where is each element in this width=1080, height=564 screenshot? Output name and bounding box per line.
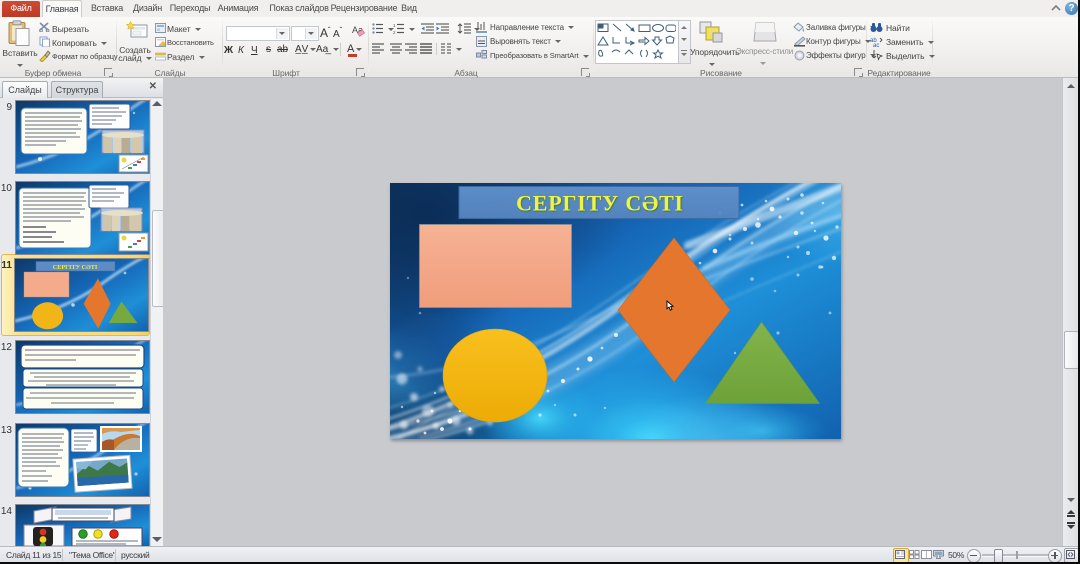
svg-text:СЕРГІТУ СӘТІ: СЕРГІТУ СӘТІ bbox=[53, 264, 98, 271]
svg-text:ac: ac bbox=[873, 43, 879, 47]
svg-text:2: 2 bbox=[393, 30, 396, 34]
svg-text:СЕРГІТУ СӘТІ: СЕРГІТУ СӘТІ bbox=[516, 191, 684, 216]
svg-text:1: 1 bbox=[393, 23, 396, 28]
